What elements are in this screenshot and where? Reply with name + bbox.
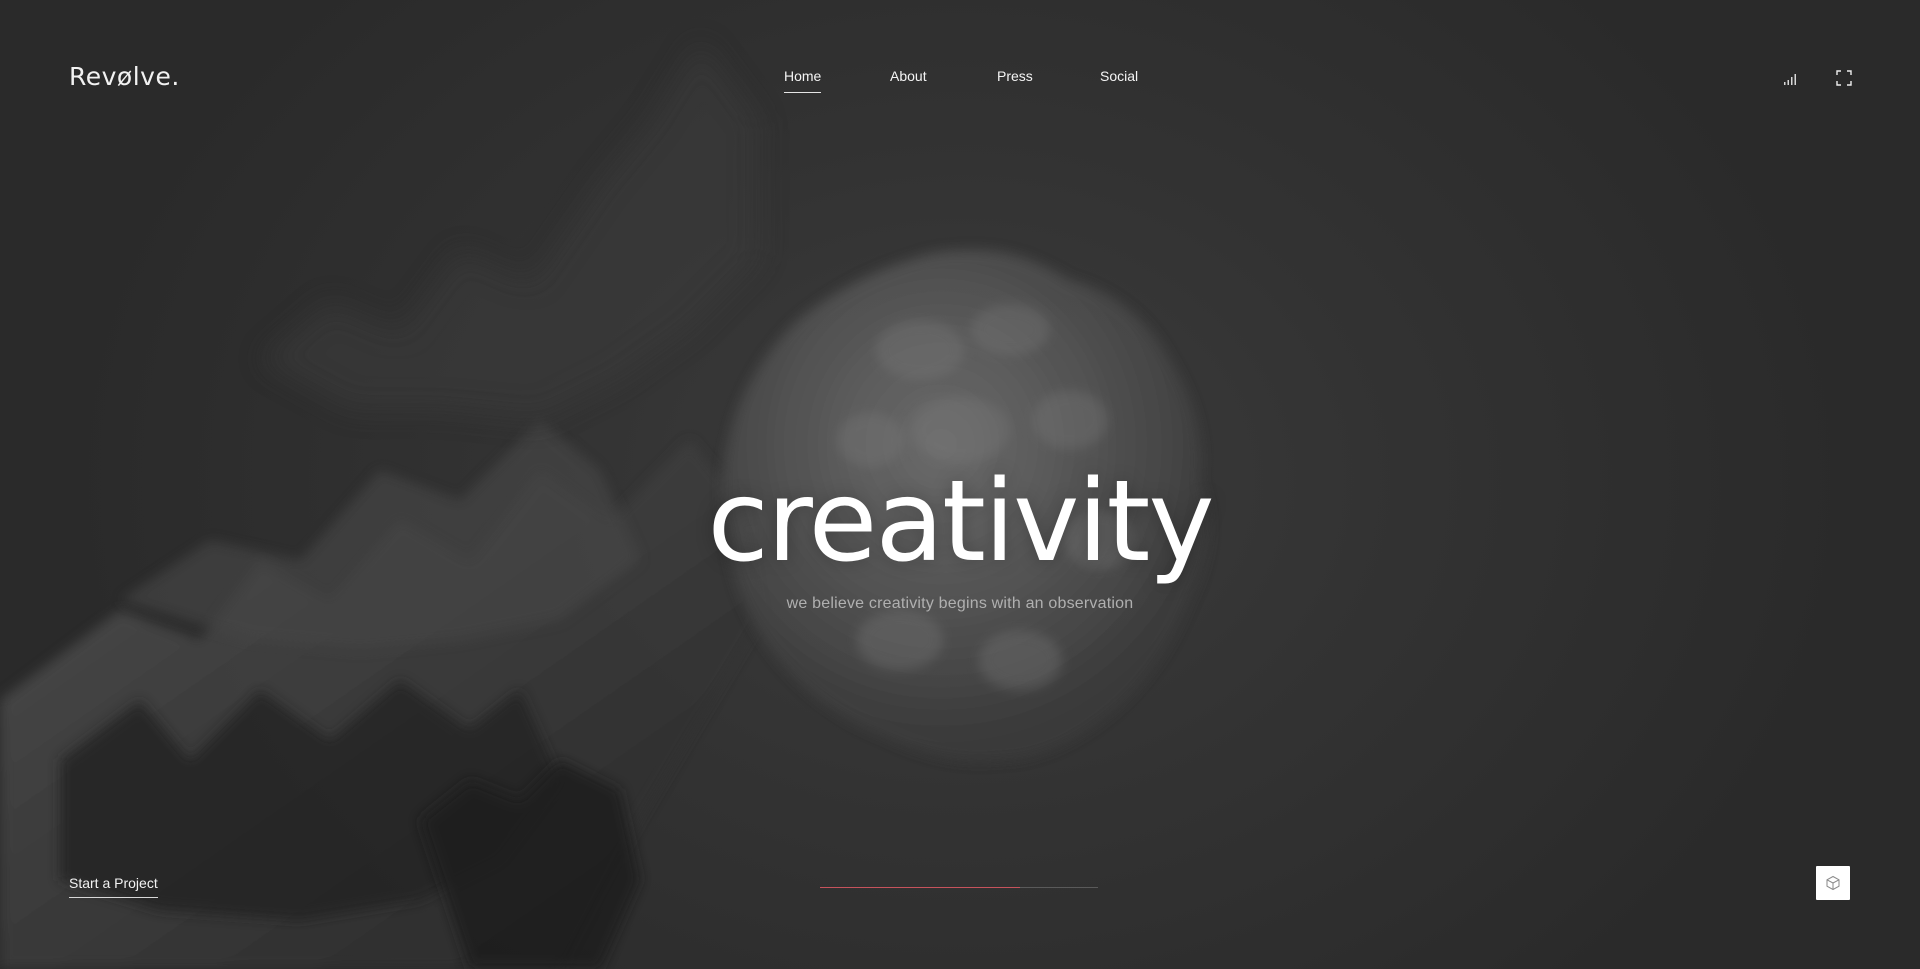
cube-icon [1826, 875, 1840, 891]
hero-subtitle: we believe creativity begins with an obs… [786, 595, 1134, 612]
main-nav: Home About Press Social [0, 68, 1920, 98]
sound-bars-icon[interactable] [1783, 72, 1797, 86]
nav-item-social[interactable]: Social [1100, 68, 1138, 92]
slide-progress-bar[interactable] [820, 887, 1098, 888]
nav-item-press[interactable]: Press [997, 68, 1033, 92]
start-project-link[interactable]: Start a Project [69, 875, 158, 898]
fullscreen-icon[interactable] [1836, 70, 1852, 86]
hero-title: creativity [707, 457, 1214, 587]
hero-stage: Revølve. Home About Press Social creativ… [0, 0, 1920, 969]
nav-item-about[interactable]: About [890, 68, 927, 92]
slide-progress-fill [820, 887, 1021, 888]
nav-item-home[interactable]: Home [784, 68, 822, 93]
cube-toggle-button[interactable] [1816, 866, 1850, 900]
